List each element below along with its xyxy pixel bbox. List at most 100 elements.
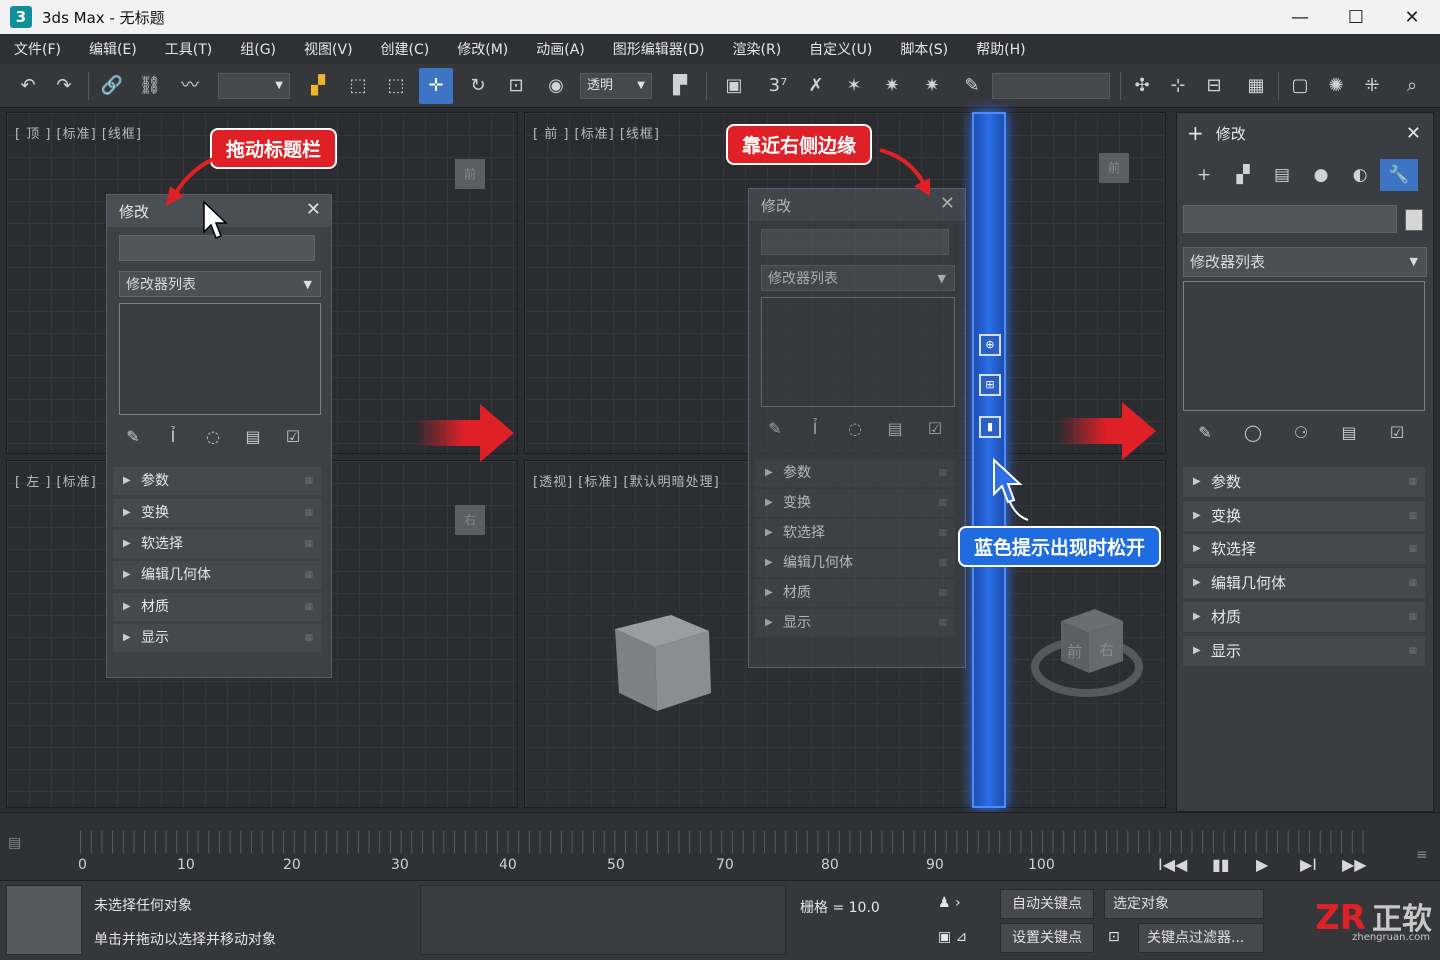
undo-icon[interactable]: ↶ (16, 74, 40, 98)
view-cube[interactable]: 前 右 (1031, 601, 1143, 701)
menu-tools[interactable]: 工具(T) (165, 39, 212, 59)
dock-tab-icon[interactable]: ⊞ (979, 374, 1001, 396)
rollout-transform[interactable]: ▶ 变换 ▦ (1183, 501, 1425, 531)
maxscript-listener[interactable] (6, 885, 82, 955)
ghost-modify-panel[interactable]: 修改 ✕ 修改器列表 ▼ ✎ Ỉ ◌ ▤ ☑ ▶ 参数 ▦ ▶ 变换 ▦ ▶ 软选择 ▦ ▶ 编… (748, 188, 966, 668)
snaps-toggle-icon[interactable]: ▣ (722, 74, 746, 98)
next-frame-button[interactable]: ▶I (1300, 855, 1317, 874)
view-cube[interactable]: 前 (455, 159, 485, 189)
show-end-result-icon[interactable]: Ỉ (795, 419, 835, 438)
timeline-menu-icon[interactable]: ≡ (1416, 847, 1428, 863)
zoom-icon[interactable]: ⌕ (1400, 74, 1424, 98)
timeline[interactable]: ▤ 0 10 20 30 40 50 70 80 90 100 I◀◀ ▮▮ ▶… (0, 812, 1440, 880)
menu-customize[interactable]: 自定义(U) (809, 39, 872, 59)
configure-sets-icon[interactable]: ☑ (273, 427, 313, 446)
menu-graph-editors[interactable]: 图形编辑器(D) (613, 39, 705, 59)
close-icon[interactable]: ✕ (940, 193, 955, 214)
toggle-ribbon-icon[interactable]: ▦ (1244, 74, 1268, 98)
tab-hierarchy[interactable]: ▞ (1224, 159, 1262, 191)
menu-view[interactable]: 视图(V) (304, 39, 353, 59)
tab-utilities[interactable]: ◐ (1341, 159, 1379, 191)
menu-rendering[interactable]: 渲染(R) (733, 39, 782, 59)
show-end-result-icon[interactable]: ◯ (1229, 423, 1277, 442)
rollout-transform[interactable]: ▶ 变换 ▦ (755, 489, 955, 517)
menu-file[interactable]: 文件(F) (14, 39, 61, 59)
command-panel[interactable]: + 修改 ✕ + ▞ ▤ ● ◐ 🔧 修改器列表 ▼ ✎ ◯ ⚆ ▤ ☑ ▶ 参数 ▦… (1176, 112, 1434, 812)
schematic-view-icon[interactable]: ▢ (1288, 74, 1312, 98)
make-unique-icon[interactable]: ◌ (835, 419, 875, 438)
configure-sets-icon[interactable]: ☑ (915, 419, 955, 438)
viewport-label[interactable]: [ 顶 ] [标准] [线框] (15, 123, 142, 142)
make-unique-icon[interactable]: ◌ (193, 427, 233, 446)
move-icon[interactable]: ✛ (419, 68, 453, 104)
modifier-list-dropdown[interactable]: 修改器列表 ▼ (761, 265, 955, 291)
rollout-material[interactable]: ▶ 材质 ▦ (1183, 602, 1425, 632)
spinner-snap-icon[interactable]: ✷ (880, 74, 904, 98)
link-icon[interactable]: 🔗 (100, 74, 124, 98)
make-unique-icon[interactable]: ⚆ (1277, 423, 1325, 442)
add-icon[interactable]: + (1187, 121, 1204, 145)
viewport-label[interactable]: [ 前 ] [标准] [线框] (533, 123, 660, 142)
rollout-edit-geometry[interactable]: ▶ 编辑几何体 ▦ (113, 561, 321, 589)
key-selection-dropdown[interactable]: 选定对象 (1104, 889, 1264, 919)
rollout-transform[interactable]: ▶ 变换 ▦ (113, 499, 321, 527)
snap-3d-icon[interactable]: 3⁷ (766, 74, 790, 98)
menu-modify[interactable]: 修改(M) (457, 39, 508, 59)
reference-view-dropdown[interactable]: 透明 ▼ (580, 73, 652, 99)
rollout-parameters[interactable]: ▶ 参数 ▦ (1183, 467, 1425, 497)
rollout-material[interactable]: ▶ 材质 ▦ (755, 579, 955, 607)
pin-stack-icon[interactable]: ✎ (113, 427, 153, 446)
remove-modifier-icon[interactable]: ▤ (875, 419, 915, 438)
align-icon[interactable]: ⊹ (1166, 74, 1190, 98)
floating-modify-panel[interactable]: 修改 ✕ 修改器列表 ▼ ✎ Ỉ ◌ ▤ ☑ ▶ 参数 ▦ ▶ 变换 ▦ ▶ 软选择 ▦ ▶ 编… (106, 194, 332, 678)
edit-named-selection-icon[interactable]: ✎ (960, 74, 984, 98)
go-to-end-button[interactable]: ▶▶ (1342, 855, 1367, 874)
play-button[interactable]: ▶ (1256, 855, 1268, 874)
view-cube[interactable]: 前 (1099, 153, 1129, 183)
set-key-button[interactable]: 设置关键点 (1000, 923, 1094, 953)
coordinate-display[interactable] (420, 885, 786, 955)
selection-filter-dropdown[interactable]: ▼ (218, 73, 290, 99)
rollout-soft-selection[interactable]: ▶ 软选择 ▦ (1183, 534, 1425, 564)
configure-sets-icon[interactable]: ☑ (1373, 423, 1421, 442)
auto-key-button[interactable]: 自动关键点 (1000, 889, 1094, 919)
unlink-icon[interactable]: ⛓ (138, 74, 162, 98)
modifier-stack-list[interactable] (1183, 281, 1425, 411)
dock-target-icon[interactable]: ⊕ (979, 334, 1001, 356)
percent-snap-icon[interactable]: ✶ (842, 74, 866, 98)
rollout-material[interactable]: ▶ 材质 ▦ (113, 593, 321, 621)
material-editor-icon[interactable]: ✺ (1324, 74, 1348, 98)
pivot-center-icon[interactable]: ▛ (668, 74, 692, 98)
key-filter-icon[interactable]: ⊡ (1108, 929, 1120, 945)
close-icon[interactable]: ✕ (306, 199, 321, 220)
pause-button[interactable]: ▮▮ (1212, 855, 1230, 874)
modifier-stack-list[interactable] (761, 297, 955, 407)
menu-help[interactable]: 帮助(H) (976, 39, 1025, 59)
key-mode-icon[interactable]: ♟ › (938, 895, 961, 911)
angle-snap-icon[interactable]: ✗ (804, 74, 828, 98)
reference-coordinate-icon[interactable]: ◉ (544, 74, 568, 98)
go-to-start-button[interactable]: I◀◀ (1158, 855, 1187, 874)
rollout-soft-selection[interactable]: ▶ 软选择 ▦ (755, 519, 955, 547)
key-filters-button[interactable]: 关键点过滤器... (1138, 923, 1264, 953)
window-crossing-icon[interactable]: ⬚ (384, 74, 408, 98)
mirror-icon[interactable]: ✣ (1130, 74, 1154, 98)
minimize-button[interactable]: — (1272, 0, 1328, 34)
scale-icon[interactable]: ⊡ (504, 74, 528, 98)
view-cube[interactable]: 右 (455, 505, 485, 535)
viewport-label[interactable]: [透视] [标准] [默认明暗处理] (533, 471, 720, 490)
spinner-icon[interactable]: ✷ (920, 74, 944, 98)
object-name-field[interactable] (1183, 205, 1397, 233)
rollout-parameters[interactable]: ▶ 参数 ▦ (113, 467, 321, 495)
rollout-edit-geometry[interactable]: ▶ 编辑几何体 ▦ (755, 549, 955, 577)
modifier-list-dropdown[interactable]: 修改器列表 ▼ (119, 271, 321, 297)
modifier-stack-list[interactable] (119, 303, 321, 415)
render-setup-icon[interactable]: ⁜ (1360, 74, 1384, 98)
menu-animation[interactable]: 动画(A) (536, 39, 585, 59)
rollout-soft-selection[interactable]: ▶ 软选择 ▦ (113, 530, 321, 558)
time-slider-track[interactable] (80, 831, 1370, 853)
rollout-display[interactable]: ▶ 显示 ▦ (1183, 636, 1425, 666)
menu-group[interactable]: 组(G) (240, 39, 276, 59)
remove-modifier-icon[interactable]: ▤ (233, 427, 273, 446)
pin-stack-icon[interactable]: ✎ (755, 419, 795, 438)
